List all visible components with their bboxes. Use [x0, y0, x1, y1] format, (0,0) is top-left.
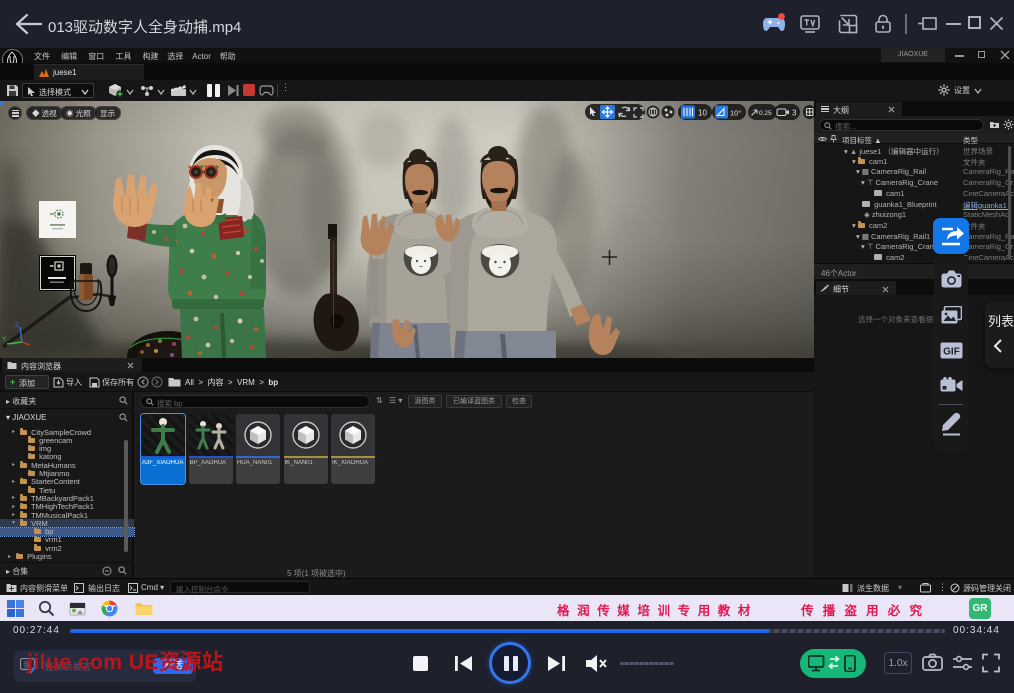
svg-text:Y: Y — [2, 336, 7, 343]
svg-text:3: 3 — [792, 109, 797, 118]
svg-text:0.25: 0.25 — [759, 110, 772, 117]
svg-text:10°: 10° — [730, 109, 741, 118]
svg-text:10: 10 — [698, 109, 707, 118]
svg-text:GIF: GIF — [943, 347, 960, 358]
svg-text:Z: Z — [15, 322, 19, 329]
